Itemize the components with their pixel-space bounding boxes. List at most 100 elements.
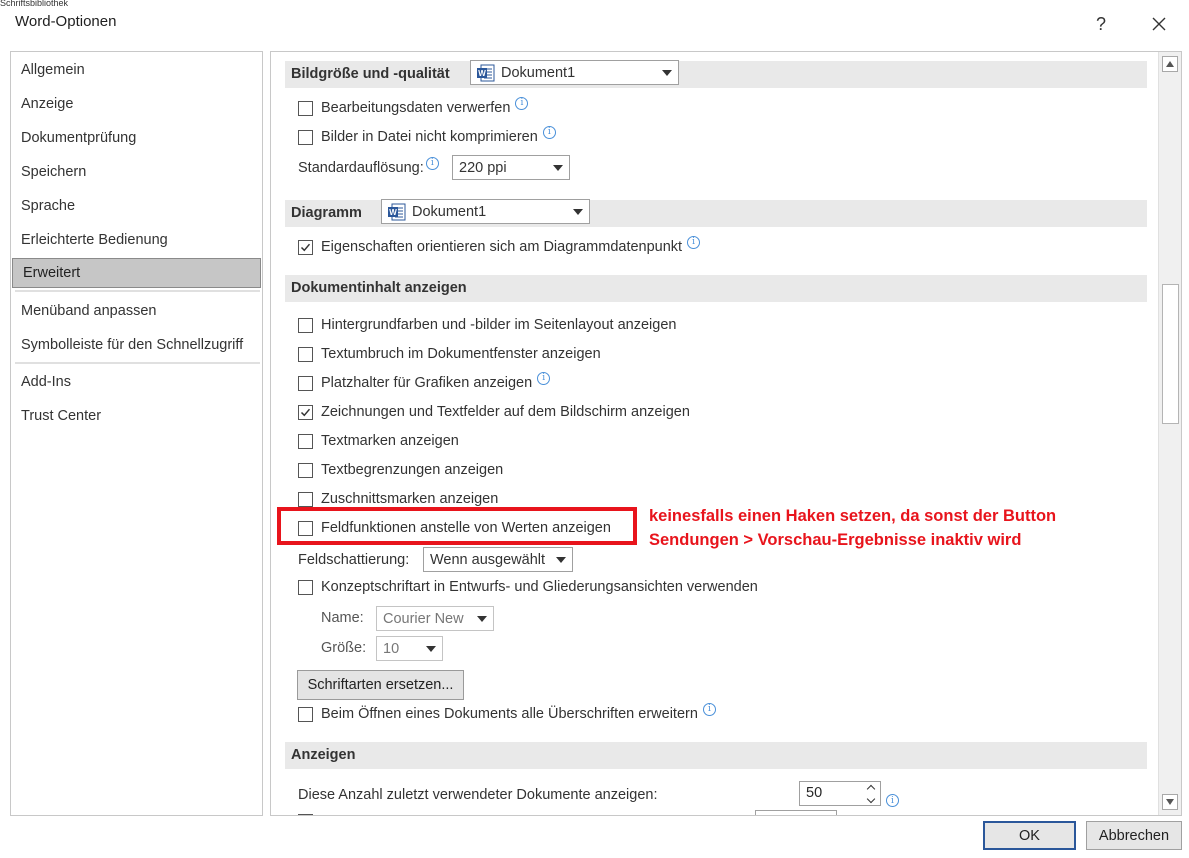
- info-icon: i: [886, 794, 899, 807]
- checkbox[interactable]: [298, 433, 313, 449]
- checkbox-checked[interactable]: [298, 404, 313, 420]
- draft-font-size-select[interactable]: 10: [376, 636, 443, 661]
- scroll-down-button[interactable]: [1162, 794, 1178, 810]
- word-document-icon: W: [388, 203, 406, 221]
- info-icon: i: [537, 371, 551, 385]
- chevron-down-icon: [662, 70, 672, 76]
- checkbox-checked[interactable]: [298, 239, 313, 255]
- option-label: Textmarken anzeigen: [321, 433, 459, 449]
- checkbox[interactable]: [298, 100, 313, 116]
- sidebar-item-dokumentpruefung[interactable]: Dokumentprüfung: [11, 123, 262, 153]
- sidebar-item-add-ins[interactable]: Add-Ins: [11, 367, 262, 397]
- cancel-button[interactable]: Abbrechen: [1086, 821, 1182, 850]
- annotation-line-1: keinesfalls einen Haken setzen, da sonst…: [649, 507, 1057, 525]
- sidebar-item-erleichterte-bedienung[interactable]: Erleichterte Bedienung: [11, 225, 262, 255]
- content-scrollbar[interactable]: [1158, 52, 1181, 815]
- option-bookmarks[interactable]: Textmarken anzeigen: [298, 433, 459, 449]
- sidebar-item-schnellzugriff[interactable]: Symbolleiste für den Schnellzugriff: [11, 330, 262, 360]
- recent-docs-label: Diese Anzahl zuletzt verwendeter Dokumen…: [298, 787, 658, 803]
- checkbox[interactable]: [298, 462, 313, 478]
- sidebar-item-trust-center[interactable]: Trust Center: [11, 401, 262, 431]
- resolution-label: Standardauflösung:: [298, 160, 424, 176]
- section-title: Dokumentinhalt anzeigen: [291, 280, 467, 296]
- draft-font-name-label: Name:: [321, 610, 364, 626]
- option-crop-marks[interactable]: Zuschnittsmarken anzeigen: [298, 491, 498, 507]
- help-button[interactable]: ?: [1086, 9, 1116, 39]
- checkbox[interactable]: [298, 579, 313, 595]
- checkbox[interactable]: [298, 129, 313, 145]
- scroll-up-button[interactable]: [1162, 56, 1178, 72]
- option-label: Eigenschaften orientieren sich am Diagra…: [321, 239, 683, 255]
- info-icon: i: [542, 125, 556, 139]
- section-title: Anzeigen: [291, 747, 356, 763]
- triangle-up-icon: [1166, 61, 1174, 67]
- option-expand-headings[interactable]: Beim Öffnen eines Dokuments alle Übersch…: [298, 702, 716, 722]
- option-draft-font[interactable]: Konzeptschriftart in Entwurfs- und Glied…: [298, 579, 758, 595]
- spinner-buttons[interactable]: [862, 782, 880, 805]
- select-value: 10: [383, 640, 400, 657]
- ok-button[interactable]: OK: [983, 821, 1076, 850]
- option-discard-edit-data[interactable]: Bearbeitungsdaten verwerfen i: [298, 96, 529, 116]
- checkmark-icon: [300, 243, 311, 251]
- chart-document-select[interactable]: W Dokument1: [381, 199, 590, 224]
- dialog-title: Word-Optionen: [15, 13, 117, 30]
- info-icon: i: [515, 96, 529, 110]
- recent-docs-spinner[interactable]: 50: [799, 781, 881, 806]
- option-drawings-textboxes[interactable]: Zeichnungen und Textfelder auf dem Bilds…: [298, 404, 690, 420]
- resolution-select[interactable]: 220 ppi: [452, 155, 570, 180]
- checkbox[interactable]: [298, 491, 313, 507]
- checkbox-partial[interactable]: [298, 814, 313, 815]
- checkbox[interactable]: [298, 317, 313, 333]
- sidebar-item-erweitert[interactable]: Erweitert: [12, 258, 261, 288]
- options-sidebar: Allgemein Anzeige Dokumentprüfung Speich…: [10, 51, 263, 816]
- section-header-display: Anzeigen: [285, 742, 1147, 769]
- sidebar-item-anzeige[interactable]: Anzeige: [11, 89, 262, 119]
- draft-font-name-select[interactable]: Courier New: [376, 606, 494, 631]
- sidebar-item-menueband-anpassen[interactable]: Menüband anpassen: [11, 296, 262, 326]
- option-text-boundaries[interactable]: Textbegrenzungen anzeigen: [298, 462, 503, 478]
- checkbox[interactable]: [298, 346, 313, 362]
- replace-fonts-button[interactable]: Schriftarten ersetzen...: [297, 670, 464, 700]
- select-value: Dokument1: [412, 203, 487, 220]
- close-button[interactable]: [1144, 9, 1174, 39]
- scroll-thumb[interactable]: [1162, 284, 1179, 424]
- chevron-down-icon[interactable]: [866, 794, 876, 803]
- partial-spinner: [755, 810, 837, 815]
- option-label: Bearbeitungsdaten verwerfen: [321, 100, 511, 116]
- option-text-wrap[interactable]: Textumbruch im Dokumentfenster anzeigen: [298, 346, 601, 362]
- select-value: Wenn ausgewählt: [430, 551, 546, 568]
- annotation-highlight-box: [277, 507, 637, 545]
- close-icon: [1152, 17, 1166, 31]
- select-value: Courier New: [383, 610, 464, 627]
- checkbox[interactable]: [298, 375, 313, 391]
- chevron-down-icon: [556, 557, 566, 563]
- svg-text:W: W: [389, 208, 397, 217]
- select-value: Dokument1: [501, 64, 576, 81]
- annotation-line-2: Sendungen > Vorschau-Ergebnisse inaktiv …: [649, 531, 1022, 549]
- checkmark-icon: [300, 408, 311, 416]
- chevron-down-icon: [426, 646, 436, 652]
- option-label: Beim Öffnen eines Dokuments alle Übersch…: [321, 706, 698, 722]
- sidebar-item-allgemein[interactable]: Allgemein: [11, 55, 262, 85]
- word-document-icon: W: [477, 64, 495, 82]
- option-no-compress[interactable]: Bilder in Datei nicht komprimieren i: [298, 125, 556, 145]
- option-chart-properties[interactable]: Eigenschaften orientieren sich am Diagra…: [298, 235, 701, 255]
- field-shading-label: Feldschattierung:: [298, 552, 410, 568]
- option-picture-placeholders[interactable]: Platzhalter für Grafiken anzeigen i: [298, 371, 551, 391]
- sidebar-item-speichern[interactable]: Speichern: [11, 157, 262, 187]
- chevron-down-icon: [477, 616, 487, 622]
- option-label: Zeichnungen und Textfelder auf dem Bilds…: [321, 404, 690, 420]
- option-background-colors[interactable]: Hintergrundfarben und -bilder im Seitenl…: [298, 317, 676, 333]
- sidebar-divider: [15, 290, 260, 292]
- field-shading-select[interactable]: Wenn ausgewählt: [423, 547, 573, 572]
- chevron-up-icon[interactable]: [866, 784, 876, 793]
- sidebar-item-sprache[interactable]: Sprache: [11, 191, 262, 221]
- image-document-select[interactable]: W Dokument1: [470, 60, 679, 85]
- info-icon: i: [425, 156, 439, 170]
- chevron-down-icon: [553, 165, 563, 171]
- chevron-down-icon: [573, 209, 583, 215]
- section-header-document-content: Dokumentinhalt anzeigen: [285, 275, 1147, 302]
- checkbox[interactable]: [298, 706, 313, 722]
- option-label: Zuschnittsmarken anzeigen: [321, 491, 499, 507]
- section-title: Bildgröße und -qualität: [291, 66, 450, 82]
